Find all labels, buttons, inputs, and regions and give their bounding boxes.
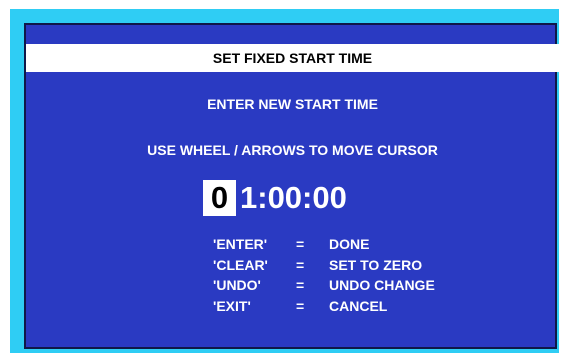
time-entry-field[interactable]: 0 1:00:00 xyxy=(203,178,347,218)
key-legend-row-enter: 'ENTER' = DONE xyxy=(213,234,435,255)
key-legend-equals: = xyxy=(296,236,305,252)
display-frame: SET FIXED START TIME ENTER NEW START TIM… xyxy=(10,9,559,353)
key-legend-key: 'UNDO' xyxy=(213,277,261,293)
key-legend: 'ENTER' = DONE 'CLEAR' = SET TO ZERO 'UN… xyxy=(213,234,435,316)
time-cursor-digit[interactable]: 0 xyxy=(203,180,236,216)
key-legend-key: 'ENTER' xyxy=(213,236,268,252)
instruction-enter-time: ENTER NEW START TIME xyxy=(207,96,378,112)
key-legend-row-clear: 'CLEAR' = SET TO ZERO xyxy=(213,255,435,276)
dialog-screen: SET FIXED START TIME ENTER NEW START TIM… xyxy=(24,23,559,349)
key-legend-key: 'EXIT' xyxy=(213,297,251,314)
key-legend-action: CANCEL xyxy=(329,297,388,314)
key-legend-equals: = xyxy=(296,277,305,293)
key-legend-equals: = xyxy=(296,256,305,273)
dialog-title: SET FIXED START TIME xyxy=(26,44,559,72)
key-legend-action: SET TO ZERO xyxy=(329,256,423,273)
key-legend-row-undo: 'UNDO' = UNDO CHANGE xyxy=(213,275,435,296)
instruction-move-cursor: USE WHEEL / ARROWS TO MOVE CURSOR xyxy=(147,142,438,158)
time-remaining-digits: 1:00:00 xyxy=(240,180,347,215)
key-legend-key: 'CLEAR' xyxy=(213,256,268,273)
key-legend-action: UNDO CHANGE xyxy=(329,277,435,293)
key-legend-row-exit: 'EXIT' = CANCEL xyxy=(213,296,435,317)
key-legend-equals: = xyxy=(296,297,305,314)
key-legend-action: DONE xyxy=(329,236,370,252)
